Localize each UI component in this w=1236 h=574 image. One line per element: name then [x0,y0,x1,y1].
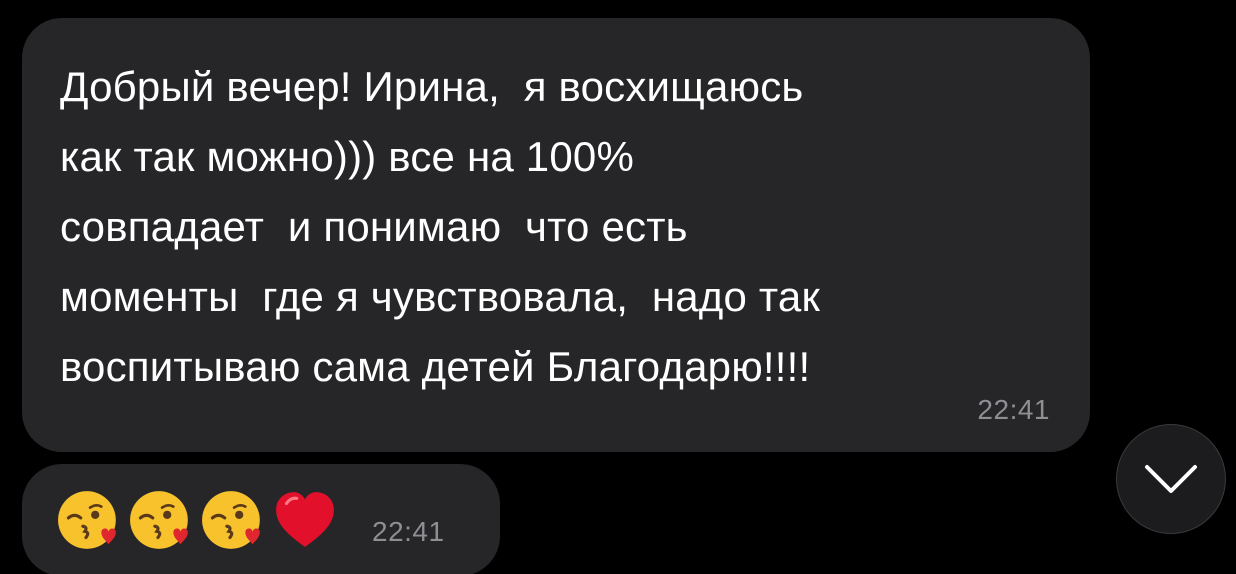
message-bubble[interactable]: Добрый вечер! Ирина, я восхищаюсь как та… [22,18,1090,452]
emoji-row [56,482,344,558]
kissing-face-with-heart-icon [130,491,188,549]
emoji-message-timestamp: 22:41 [372,516,445,547]
red-heart-icon [276,492,334,547]
kissing-face-with-heart-icon [202,491,260,549]
chat-screen: Добрый вечер! Ирина, я восхищаюсь как та… [0,0,1236,574]
message-text: Добрый вечер! Ирина, я восхищаюсь как та… [60,63,821,390]
message-timestamp: 22:41 [977,394,1050,425]
chevron-down-icon [1145,465,1197,493]
kissing-face-with-heart-icon [58,491,116,549]
scroll-to-bottom-button[interactable] [1116,424,1226,534]
